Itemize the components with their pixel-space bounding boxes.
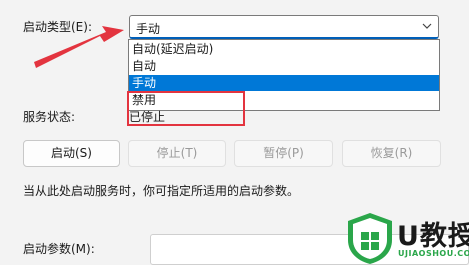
stop-button[interactable]: 停止(T) xyxy=(128,140,226,167)
dropdown-option-manual[interactable]: 手动 xyxy=(129,75,439,91)
shield-logo-icon xyxy=(348,213,392,264)
chevron-down-icon xyxy=(422,23,432,29)
dropdown-option-auto-delayed[interactable]: 自动(延迟启动) xyxy=(129,41,439,57)
start-params-label: 启动参数(M): xyxy=(23,242,95,256)
annotation-highlight-box xyxy=(127,91,245,126)
start-params-hint: 当从此处启动服务时，你可指定所适用的启动参数。 xyxy=(23,184,300,198)
startup-type-selected-value: 手动 xyxy=(136,22,161,36)
watermark-logo: U教授 UJIAOSHOU.COM xyxy=(345,212,469,265)
dropdown-option-auto[interactable]: 自动 xyxy=(129,58,439,74)
start-button[interactable]: 启动(S) xyxy=(23,140,120,167)
resume-button[interactable]: 恢复(R) xyxy=(342,140,441,167)
watermark-brand: U教授 xyxy=(397,221,469,252)
service-status-label: 服务状态: xyxy=(23,110,76,124)
pause-button[interactable]: 暂停(P) xyxy=(234,140,333,167)
red-arrow-icon xyxy=(34,26,124,68)
watermark-domain: UJIAOSHOU.COM xyxy=(398,249,469,258)
startup-type-select[interactable]: 手动 xyxy=(129,15,439,39)
